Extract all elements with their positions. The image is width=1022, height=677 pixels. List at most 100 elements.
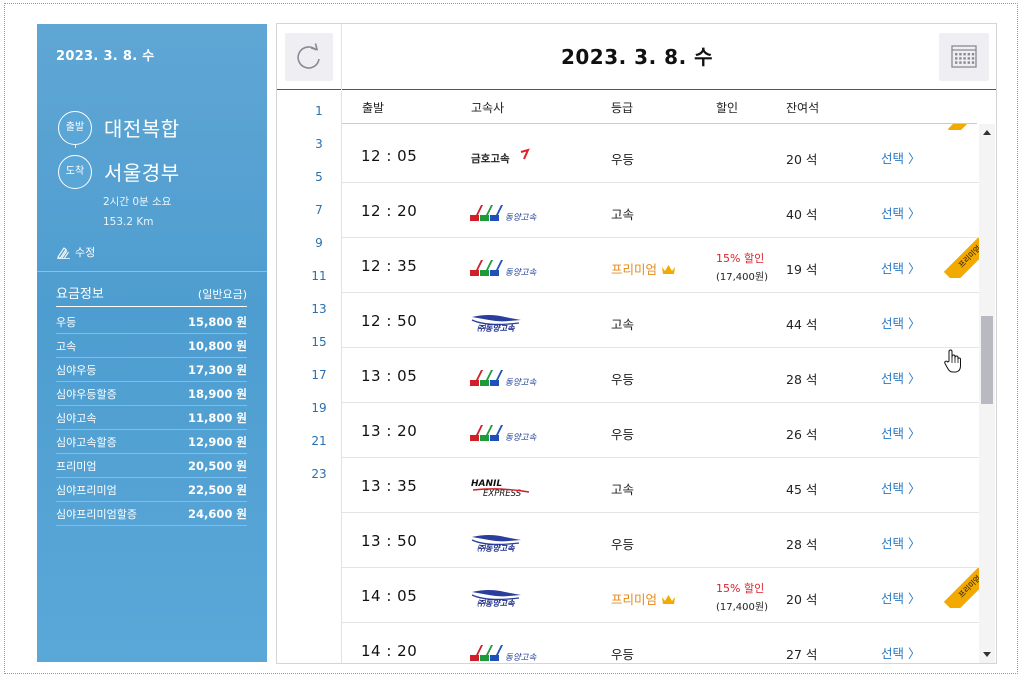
fare-list: 우등 15,800 원 고속 10,800 원 심야우등 17,300 원 심야우등할… xyxy=(56,310,247,526)
fare-price: 22,500 원 xyxy=(188,482,247,497)
fare-row: 프리미엄 20,500 원 xyxy=(56,454,247,478)
fare-price: 11,800 원 xyxy=(188,410,247,425)
company-logo: 동양고속 xyxy=(469,641,549,663)
fare-name: 심야고속 xyxy=(56,411,97,425)
svg-text:㈜동양고속: ㈜동양고속 xyxy=(477,544,515,553)
bus-grade: 우등 xyxy=(611,424,634,443)
scrollbar[interactable] xyxy=(979,124,995,663)
select-button[interactable]: 선택 〉 xyxy=(881,368,920,387)
bus-grade: 고속 xyxy=(611,314,634,333)
schedule-row: 12 : 35 동양고속 프리미엄 15% 할인 (17,400원) 19 석 선택 〉 프… xyxy=(342,238,979,293)
select-button[interactable]: 선택 〉 xyxy=(881,423,920,442)
bus-grade: 고속 xyxy=(611,204,634,223)
trip-distance: 153.2 Km xyxy=(103,216,154,228)
company-logo: ㈜동양고속 xyxy=(469,531,549,553)
remaining-seats: 20 석 xyxy=(786,152,818,167)
schedule-row: 14 : 20 동양고속 우등 27 석 선택 〉 xyxy=(342,623,979,663)
select-button[interactable]: 선택 〉 xyxy=(881,643,920,662)
calendar-button[interactable] xyxy=(939,33,989,81)
remaining-seats: 26 석 xyxy=(786,427,818,442)
svg-text:HANIL: HANIL xyxy=(471,479,502,489)
svg-text:동양고속: 동양고속 xyxy=(505,267,537,278)
svg-text:㈜동양고속: ㈜동양고속 xyxy=(477,599,515,608)
crown-icon xyxy=(662,595,675,604)
hour-index: 1 3 5 7 9 11 13 15 17 19 21 23 xyxy=(277,91,342,663)
grade-label: 고속 xyxy=(611,317,635,332)
grade-label: 우등 xyxy=(611,152,635,167)
svg-text:㈜동양고속: ㈜동양고속 xyxy=(477,324,515,333)
grade-label: 우등 xyxy=(611,537,635,552)
trip-duration: 2시간 0분 소요 xyxy=(103,196,172,208)
grade-label: 고속 xyxy=(611,207,635,222)
svg-text:동양고속: 동양고속 xyxy=(505,377,537,388)
fare-price: 17,300 원 xyxy=(188,362,247,377)
premium-ribbon-label: 프리미엄 xyxy=(943,238,979,278)
arrival-station: 서울경부 xyxy=(104,161,180,185)
remaining-seats: 44 석 xyxy=(786,317,818,332)
departure-time: 13 : 50 xyxy=(361,532,418,550)
discount-info: 15% 할인 (17,400원) xyxy=(716,580,776,613)
discount-rate: 15% 할인 xyxy=(716,252,765,265)
remaining-seats: 40 석 xyxy=(786,207,818,222)
fare-row: 심야우등할증 18,900 원 xyxy=(56,382,247,406)
company-logo: 동양고속 xyxy=(469,201,549,223)
edit-label: 수정 xyxy=(75,246,96,259)
crown-icon xyxy=(662,265,675,274)
departure-time: 12 : 35 xyxy=(361,257,418,275)
fare-price: 18,900 원 xyxy=(188,386,247,401)
selected-date: 2023. 3. 8. 수 xyxy=(560,45,714,69)
svg-text:동양고속: 동양고속 xyxy=(505,212,537,223)
departure-time: 14 : 20 xyxy=(361,642,418,660)
premium-ribbon-label: 프리미엄 xyxy=(943,568,979,608)
schedule-row: 12 : 05 금호고속 우등 20 석 선택 〉 xyxy=(342,128,979,183)
fare-price: 15,800 원 xyxy=(188,314,247,329)
schedule-row: 12 : 50 ㈜동양고속 고속 44 석 선택 〉 xyxy=(342,293,979,348)
table-header: 출발 고속사 등급 할인 잔여석 xyxy=(342,91,977,124)
grade-label: 우등 xyxy=(611,372,635,387)
select-button[interactable]: 선택 〉 xyxy=(881,313,920,332)
remaining-seats: 19 석 xyxy=(786,262,818,277)
select-button[interactable]: 선택 〉 xyxy=(881,148,920,167)
fare-subtitle: (일반요금) xyxy=(197,288,247,301)
grade-label: 고속 xyxy=(611,482,635,497)
col-departure: 출발 xyxy=(362,101,385,115)
schedule-row: 13 : 50 ㈜동양고속 우등 28 석 선택 〉 xyxy=(342,513,979,568)
select-button[interactable]: 선택 〉 xyxy=(881,203,920,222)
fare-name: 심야프리미엄할증 xyxy=(56,507,137,521)
scroll-up-arrow[interactable] xyxy=(983,130,991,135)
fare-row: 고속 10,800 원 xyxy=(56,334,247,358)
company-logo: HANIL EXPRESS xyxy=(469,476,549,499)
scroll-thumb[interactable] xyxy=(981,316,993,404)
fare-name: 심야고속할증 xyxy=(56,435,117,449)
select-button[interactable]: 선택 〉 xyxy=(881,478,920,497)
departure-time: 13 : 05 xyxy=(361,367,418,385)
col-discount: 할인 xyxy=(716,101,739,115)
fare-name: 심야프리미엄 xyxy=(56,483,117,497)
select-button[interactable]: 선택 〉 xyxy=(881,533,920,552)
bus-grade: 고속 xyxy=(611,479,634,498)
departure-time: 12 : 50 xyxy=(361,312,418,330)
route-date: 2023. 3. 8. 수 xyxy=(56,49,155,64)
departure-time: 12 : 05 xyxy=(361,147,418,165)
pencil-icon xyxy=(57,247,70,259)
svg-text:동양고속: 동양고속 xyxy=(505,652,537,663)
select-button[interactable]: 선택 〉 xyxy=(881,588,920,607)
refresh-button[interactable] xyxy=(285,33,333,81)
bus-grade: 프리미엄 xyxy=(611,259,676,278)
departure-time: 12 : 20 xyxy=(361,202,418,220)
fare-name: 심야우등할증 xyxy=(56,387,117,401)
edit-route-button[interactable]: 수정 xyxy=(56,244,95,260)
schedule-row: 14 : 05 ㈜동양고속 프리미엄 15% 할인 (17,400원) 20 석 선택 〉… xyxy=(342,568,979,623)
divider xyxy=(37,271,267,272)
select-button[interactable]: 선택 〉 xyxy=(881,258,920,277)
discount-info: 15% 할인 (17,400원) xyxy=(716,250,776,283)
scroll-down-arrow[interactable] xyxy=(983,652,991,657)
col-company: 고속사 xyxy=(471,101,505,115)
fare-row: 심야우등 17,300 원 xyxy=(56,358,247,382)
fare-name: 고속 xyxy=(56,339,77,353)
fare-row: 심야프리미엄할증 24,600 원 xyxy=(56,502,247,526)
calendar-icon xyxy=(951,45,977,68)
company-logo: ㈜동양고속 xyxy=(469,311,549,333)
fare-row: 심야프리미엄 22,500 원 xyxy=(56,478,247,502)
refresh-icon xyxy=(297,43,320,69)
